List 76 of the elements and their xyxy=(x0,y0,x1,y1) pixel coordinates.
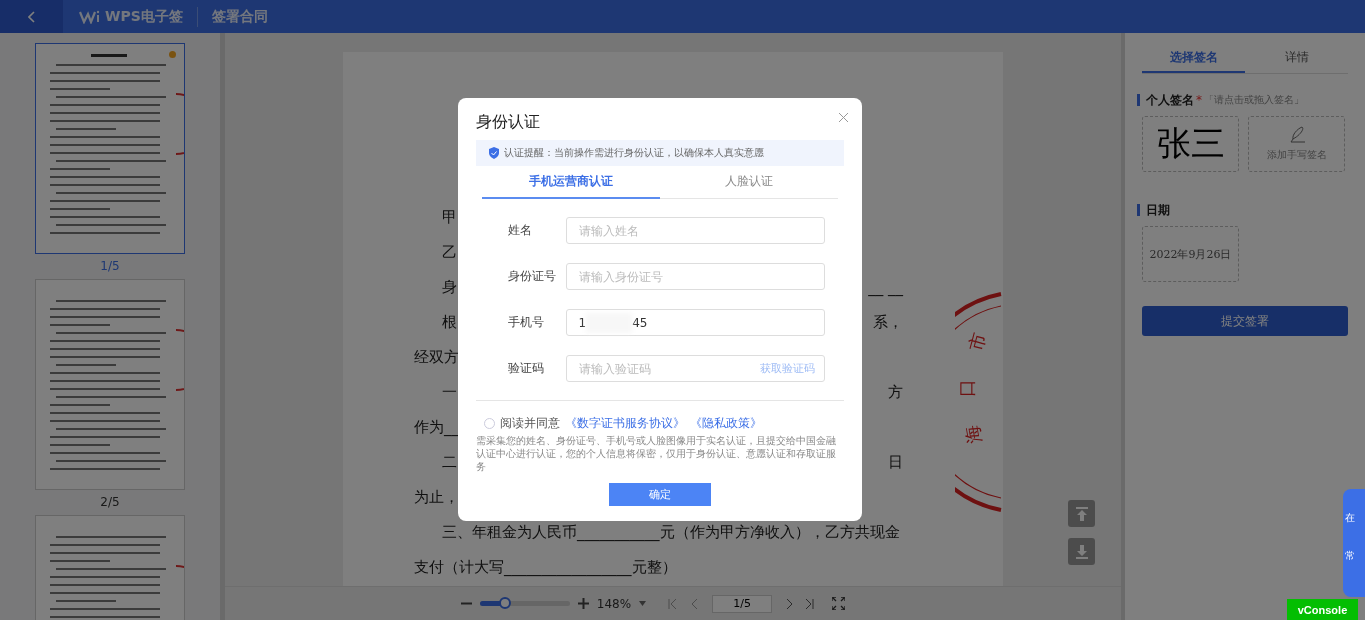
page-number: 2/5 xyxy=(100,495,120,509)
signature-card[interactable]: 张三 xyxy=(1142,116,1239,172)
document-text: 为止， xyxy=(414,487,459,507)
field-value: 1 xyxy=(578,315,587,330)
seal-stamp-drawing: 海 口 市 xyxy=(955,292,1003,512)
field-value: 45 xyxy=(632,315,648,330)
page-thumbnail[interactable] xyxy=(35,279,185,490)
slider-thumb[interactable] xyxy=(499,597,512,609)
back-icon xyxy=(27,10,36,23)
page-number: 1/5 xyxy=(100,259,120,273)
document-text: 支付（计大写_________________元整） xyxy=(414,557,677,577)
previous-page-button[interactable] xyxy=(691,597,699,610)
logo-text: WPS电子签 xyxy=(105,7,183,26)
agree-text: 阅读并同意 xyxy=(499,415,560,432)
signature-name: 张三 xyxy=(1156,122,1225,165)
seal-arc xyxy=(175,329,184,391)
zoom-in-button[interactable] xyxy=(577,598,589,609)
date-card[interactable]: 2022年9月26日 xyxy=(1142,226,1239,282)
document-text: 身 xyxy=(442,277,457,297)
download-button[interactable] xyxy=(1068,538,1095,565)
panel-tab[interactable]: 详情 xyxy=(1245,43,1348,73)
document-text: 二 xyxy=(442,452,457,472)
document-text: 甲 xyxy=(442,207,457,227)
seal-arc xyxy=(175,93,184,155)
vconsole-button[interactable]: vConsole xyxy=(1287,599,1358,620)
field-label: 身份证号 xyxy=(507,268,557,285)
required-mark: * xyxy=(1196,93,1202,107)
document-text: 日 xyxy=(888,452,903,472)
section-title: 个人签名 xyxy=(1146,91,1194,109)
document-text: 根 xyxy=(442,312,457,332)
document-text: 三、年租金为人民币___________元（作为甲方净收入），乙方共现金 xyxy=(442,522,900,542)
close-button[interactable] xyxy=(838,113,848,122)
scroll-top-button[interactable] xyxy=(1068,500,1095,527)
page-input[interactable]: 1/5 xyxy=(712,594,773,613)
get-code-link[interactable]: 获取验证码 xyxy=(759,361,815,376)
document-text: 经双方 xyxy=(414,347,459,367)
caret-icon xyxy=(639,601,647,606)
document-text: 系， xyxy=(873,312,903,332)
panel-tab[interactable]: 选择签名 xyxy=(1142,43,1245,73)
last-page-button[interactable] xyxy=(805,597,815,610)
help-label: 在 xyxy=(1345,511,1355,525)
page-title: 签署合同 xyxy=(211,7,268,26)
document-text: 一 xyxy=(442,382,457,402)
agree-radio[interactable] xyxy=(483,418,495,429)
input-field[interactable]: 请输入身份证号 xyxy=(565,263,825,290)
notice-text: 认证提醒：当前操作需进行身份认证，以确保本人真实意愿 xyxy=(503,146,764,160)
confirm-button[interactable]: 确定 xyxy=(608,483,711,506)
field-label: 姓名 xyxy=(507,222,533,239)
next-page-button[interactable] xyxy=(786,597,794,610)
scroll-top-icon xyxy=(1075,506,1088,521)
page-thumbnail[interactable] xyxy=(35,43,185,254)
section-title: 日期 xyxy=(1146,201,1170,219)
help-label: 常 xyxy=(1345,549,1355,563)
input-field[interactable]: 请输入姓名 xyxy=(565,217,825,244)
input-field[interactable]: 1 45 xyxy=(565,309,825,336)
document-text: 乙 xyxy=(442,242,457,262)
agreement-link[interactable]: 《隐私政策》 xyxy=(689,415,762,432)
agreement-link[interactable]: 《数字证书服务协议》 xyxy=(564,415,685,432)
submit-button[interactable]: 提交签署 xyxy=(1142,306,1348,336)
dialog-tab[interactable]: 人脸认证 xyxy=(659,166,838,199)
dialog-title: 身份认证 xyxy=(475,112,540,133)
privacy-notice: 需采集您的姓名、身份证号、手机号或人脸图像用于实名认证，且提交给中国金融认证中心进行认证，您的个人信息将保密，仅用于身份认证、意愿认证和存取证服务 xyxy=(475,434,837,473)
fullscreen-button[interactable] xyxy=(832,597,846,610)
field-label: 手机号 xyxy=(507,314,545,331)
field-label: 验证码 xyxy=(507,360,545,377)
zoom-percent[interactable]: 148% xyxy=(596,596,632,611)
date-text: 2022年9月26日 xyxy=(1149,246,1232,262)
close-icon xyxy=(838,113,848,122)
help-float-panel[interactable]: 在 常 xyxy=(1343,489,1365,597)
document-text: __ __ xyxy=(868,277,903,297)
dialog-tab[interactable]: 手机运营商认证 xyxy=(481,166,660,199)
first-page-button[interactable] xyxy=(668,597,678,610)
logo-icon xyxy=(79,9,101,24)
document-text: 方 xyxy=(888,382,903,402)
shield-check-icon xyxy=(488,147,499,159)
download-icon xyxy=(1075,544,1088,559)
